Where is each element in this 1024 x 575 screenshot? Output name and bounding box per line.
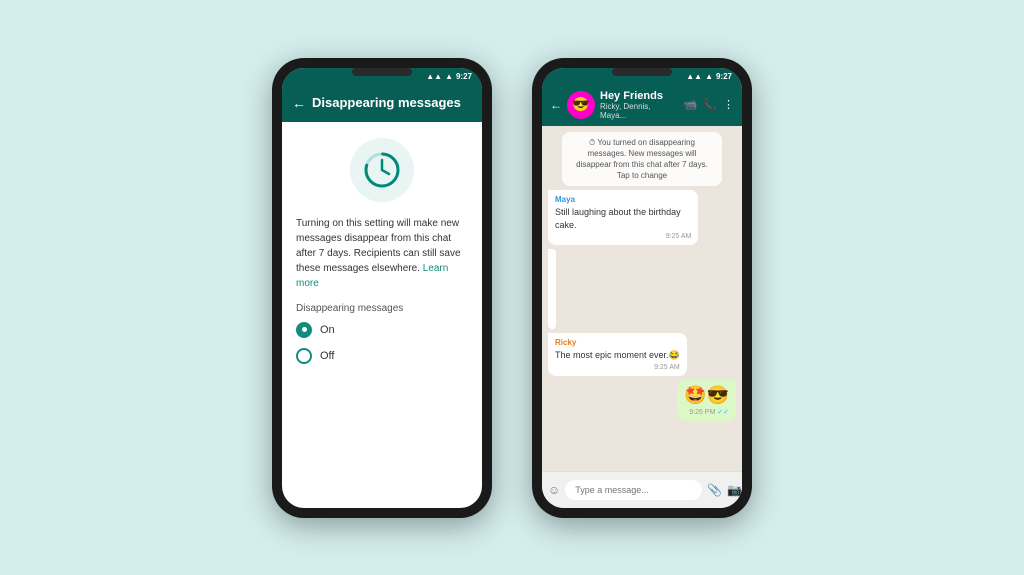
double-check-icon: ✓✓ (717, 409, 729, 416)
wifi-icon-2: ▲ (705, 72, 713, 81)
emoji-button[interactable]: ☺ (548, 483, 560, 497)
signal-icon-2: ▲▲ (686, 72, 702, 81)
section-label: Disappearing messages (296, 303, 468, 314)
msg-text-ricky: The most epic moment ever.😂 (555, 349, 680, 362)
chat-back-button[interactable]: ← (550, 98, 562, 112)
timer-svg (362, 150, 402, 190)
radio-off-label: Off (320, 350, 334, 362)
disappearing-screen: Turning on this setting will make new me… (282, 122, 482, 508)
phone-screen-2: ▲▲ ▲ 9:27 ← 😎 Hey Friends Ricky, Dennis,… (542, 68, 742, 508)
radio-off[interactable]: Off (296, 348, 468, 364)
radio-on[interactable]: On (296, 322, 468, 338)
chat-header-info: Hey Friends Ricky, Dennis, Maya... (600, 90, 679, 120)
wifi-icon-1: ▲ (445, 72, 453, 81)
radio-on-circle (296, 322, 312, 338)
time-2: 9:27 (716, 72, 732, 81)
msg-time-ricky: 9:25 AM (555, 364, 680, 371)
chat-name: Hey Friends (600, 90, 679, 102)
description-text: Turning on this setting will make new me… (296, 216, 468, 291)
radio-on-label: On (320, 324, 335, 336)
video-call-icon[interactable]: 📹 (684, 98, 698, 111)
back-button-1[interactable]: ← (292, 95, 306, 111)
phone-screen-1: ▲▲ ▲ 9:27 ← Disappearing messages (282, 68, 482, 508)
voice-call-icon[interactable]: 📞 (703, 98, 717, 111)
chat-input-bar: ☺ 📎 📷 🎤 (542, 471, 742, 508)
attach-button[interactable]: 📎 (707, 483, 722, 497)
message-ricky: Ricky The most epic moment ever.😂 9:25 A… (548, 333, 687, 376)
timer-icon-wrap (296, 138, 468, 202)
radio-off-circle (296, 348, 312, 364)
phone-notch-1 (352, 68, 412, 76)
phone-1: ▲▲ ▲ 9:27 ← Disappearing messages (272, 58, 492, 518)
msg-text-maya: Still laughing about the birthday cake. (555, 206, 691, 231)
chat-header: ← 😎 Hey Friends Ricky, Dennis, Maya... 📹… (542, 84, 742, 126)
camera-button[interactable]: 📷 (727, 483, 742, 497)
msg-time-maya: 9:25 AM (555, 233, 691, 240)
chat-header-icons: 📹 📞 ⋮ (684, 98, 734, 111)
msg-time-outgoing: 9:26 PM ✓✓ (684, 408, 729, 416)
timer-circle (350, 138, 414, 202)
chat-screen: ⏱ You turned on disappearing messages. N… (542, 126, 742, 508)
app-bar-1: ← Disappearing messages (282, 84, 482, 122)
time-1: 9:27 (456, 72, 472, 81)
screen-title-1: Disappearing messages (312, 95, 472, 110)
disappearing-content: Turning on this setting will make new me… (282, 122, 482, 508)
outgoing-emoji-text: 🤩😎 (684, 385, 729, 406)
system-message[interactable]: ⏱ You turned on disappearing messages. N… (562, 132, 722, 187)
group-avatar: 😎 (567, 91, 595, 119)
phone-2: ▲▲ ▲ 9:27 ← 😎 Hey Friends Ricky, Dennis,… (532, 58, 752, 518)
message-cake-image: 9:25 AM (548, 249, 556, 329)
chat-body: ⏱ You turned on disappearing messages. N… (542, 126, 742, 471)
sender-ricky: Ricky (555, 338, 680, 347)
message-input[interactable] (565, 480, 702, 500)
phone-notch-2 (612, 68, 672, 76)
message-outgoing-emoji: 🤩😎 9:26 PM ✓✓ (677, 380, 736, 421)
more-options-icon[interactable]: ⋮ (723, 98, 734, 111)
sender-maya: Maya (555, 195, 691, 204)
message-maya-text: Maya Still laughing about the birthday c… (548, 190, 698, 245)
chat-members: Ricky, Dennis, Maya... (600, 102, 679, 120)
signal-icon-1: ▲▲ (426, 72, 442, 81)
